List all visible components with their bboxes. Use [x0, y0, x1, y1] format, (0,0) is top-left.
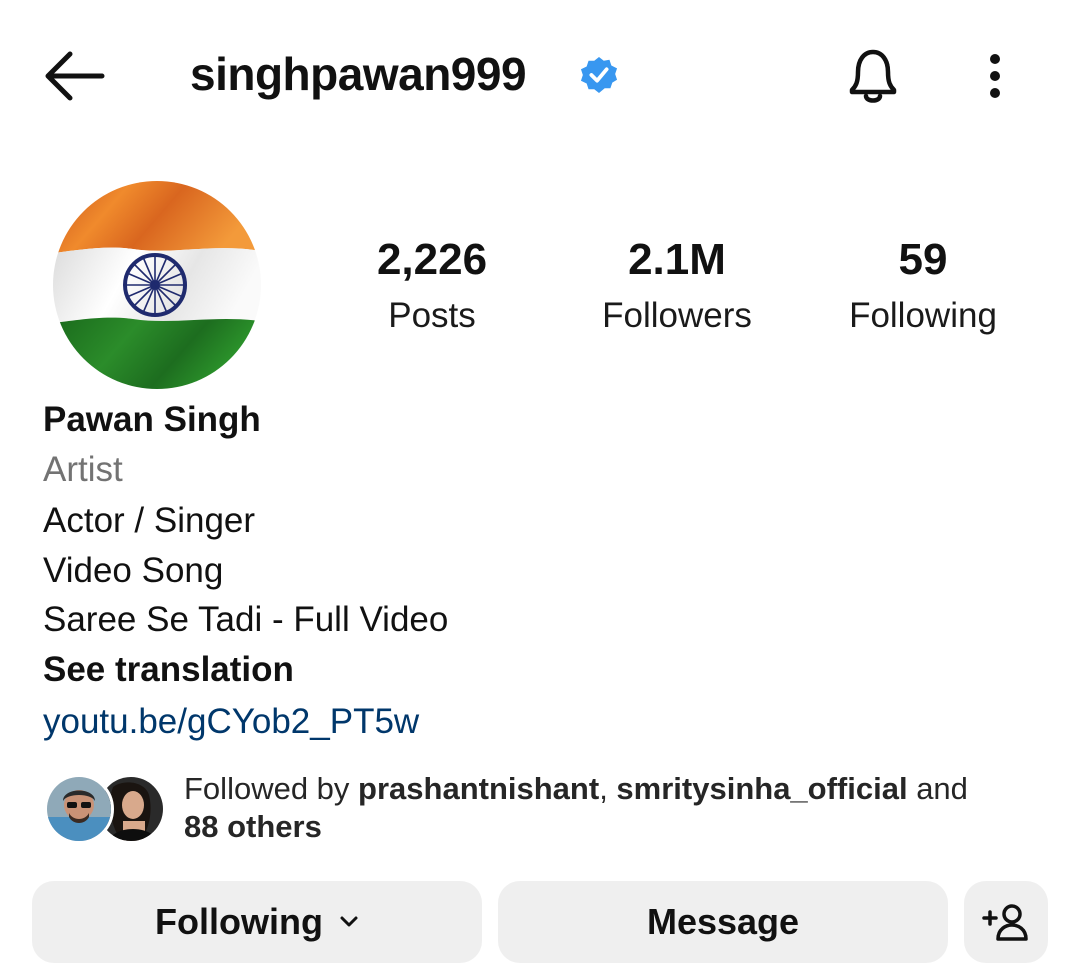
bio-line: Video Song	[43, 551, 224, 590]
stat-following[interactable]: 59 Following	[813, 232, 1033, 344]
add-person-icon	[982, 904, 1028, 941]
notifications-button[interactable]	[838, 40, 908, 110]
back-button[interactable]	[40, 44, 110, 108]
stat-posts[interactable]: 2,226 Posts	[322, 232, 542, 344]
followed-by-separator: ,	[599, 771, 617, 806]
followed-by-others: 88 others	[184, 809, 322, 844]
verified-badge-icon	[580, 56, 618, 94]
see-translation-link[interactable]: See translation	[43, 648, 294, 692]
chevron-down-icon	[340, 916, 358, 927]
mutual-follower-name: prashantnishant	[358, 771, 600, 806]
stat-followers[interactable]: 2.1M Followers	[567, 232, 787, 344]
profile-category: Artist	[43, 450, 123, 489]
followed-by-and: and	[907, 771, 968, 806]
following-label: Following	[849, 296, 997, 335]
followed-by-text[interactable]: Followed by prashantnishant, smritysinha…	[184, 770, 1004, 846]
more-options-button[interactable]	[970, 44, 1020, 108]
following-count: 59	[898, 235, 948, 284]
avatar[interactable]	[53, 181, 261, 389]
followed-by-prefix: Followed by	[184, 771, 359, 806]
following-button[interactable]: Following	[32, 881, 482, 963]
back-arrow-icon	[45, 51, 105, 101]
followers-label: Followers	[602, 296, 752, 335]
more-options-icon	[990, 54, 1000, 98]
posts-label: Posts	[388, 296, 476, 335]
profile-display-name: Pawan Singh	[43, 400, 261, 439]
bio-external-link[interactable]: youtu.be/gCYob2_PT5w	[43, 700, 419, 744]
bell-icon	[849, 49, 897, 103]
mutual-follower-name: smritysinha_official	[616, 771, 908, 806]
bio-line: Actor / Singer	[43, 501, 256, 540]
following-button-label: Following	[155, 901, 323, 942]
indian-flag-avatar	[53, 181, 261, 389]
profile-username: singhpawan999	[190, 48, 527, 100]
followers-count: 2.1M	[628, 235, 726, 284]
suggested-users-button[interactable]	[964, 881, 1048, 963]
posts-count: 2,226	[376, 235, 488, 284]
message-button[interactable]: Message	[498, 881, 948, 963]
message-button-label: Message	[646, 901, 800, 942]
mutual-follower-avatar[interactable]	[44, 774, 114, 844]
bio-line: Saree Se Tadi - Full Video	[43, 600, 449, 639]
